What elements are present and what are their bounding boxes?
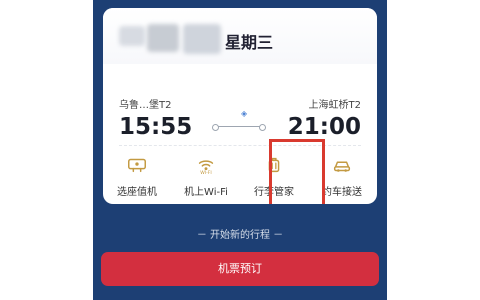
flight-card[interactable]: 星期三 乌鲁…堡T2 上海虹桥T2 ◈ 15:55 21:00 选座值机 WI-… (103, 8, 377, 204)
route-line (212, 124, 266, 131)
svg-text:WI-FI: WI-FI (200, 170, 212, 176)
arrival-city: 上海虹桥T2 (308, 100, 361, 111)
wifi-icon: WI-FI (198, 160, 214, 176)
flight-weekday: 星期三 (225, 33, 274, 52)
arrival-time: 21:00 (287, 114, 361, 140)
service-seat-checkin[interactable]: 选座值机 (103, 148, 171, 204)
right-page-margin (387, 0, 480, 300)
service-row: 选座值机 WI-FI 机上Wi-Fi 行李管家 约车接送 (103, 148, 377, 204)
luggage-icon (268, 157, 280, 173)
service-label: 约车接送 (322, 187, 362, 198)
blurred-date-block (183, 24, 221, 54)
car-icon (333, 161, 351, 172)
blurred-title-block (147, 24, 179, 52)
service-luggage[interactable]: 行李管家 (240, 148, 308, 204)
service-car-transfer[interactable]: 约车接送 (308, 148, 376, 204)
departure-time: 15:55 (119, 114, 193, 140)
service-label: 机上Wi-Fi (184, 187, 228, 198)
seat-ticket-icon (128, 158, 146, 173)
blurred-avatar-icon (119, 26, 145, 46)
start-new-trip-link[interactable]: － 开始新的行程 － (93, 226, 387, 241)
flight-booking-button[interactable]: 机票预订 (101, 252, 379, 286)
service-label: 行李管家 (254, 187, 294, 198)
service-inflight-wifi[interactable]: WI-FI 机上Wi-Fi (172, 148, 240, 204)
mobile-app-screen: 星期三 乌鲁…堡T2 上海虹桥T2 ◈ 15:55 21:00 选座值机 WI-… (93, 0, 387, 300)
departure-city: 乌鲁…堡T2 (119, 100, 172, 111)
left-page-margin (0, 0, 93, 300)
flight-status-icon: ◈ (241, 109, 248, 118)
card-divider (119, 145, 361, 146)
service-label: 选座值机 (117, 187, 157, 198)
